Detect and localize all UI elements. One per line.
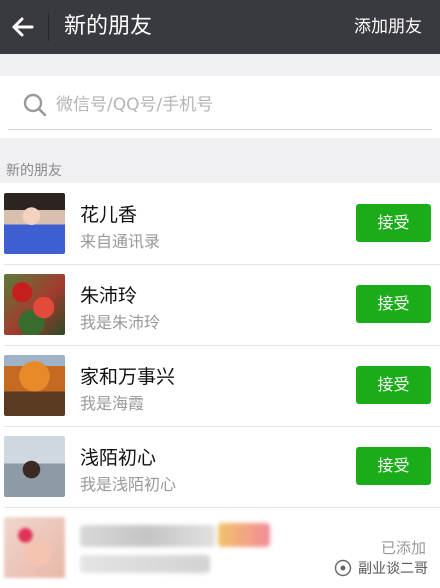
back-arrow-icon: [12, 17, 34, 37]
header-divider: [48, 13, 49, 41]
blurred-emoji: [218, 523, 270, 547]
avatar[interactable]: [4, 274, 65, 335]
search-input[interactable]: [56, 90, 416, 120]
list-item[interactable]: 浅陌初心 我是浅陌初心 接受: [0, 426, 440, 507]
top-bar: 新的朋友 添加朋友: [0, 0, 440, 54]
add-friend-button[interactable]: 添加朋友: [354, 14, 422, 40]
added-status: 已添加: [380, 539, 426, 557]
contact-name: 家和万事兴: [80, 366, 176, 388]
list-item[interactable]: 家和万事兴 我是海霞 接受: [0, 345, 440, 426]
contact-name: 浅陌初心: [80, 447, 157, 469]
avatar[interactable]: [4, 436, 65, 497]
page-title: 新的朋友: [64, 14, 153, 39]
back-button[interactable]: [6, 9, 42, 45]
accept-button[interactable]: 接受: [356, 366, 431, 404]
contact-message: 来自通讯录: [80, 232, 161, 251]
blurred-name: [80, 525, 215, 547]
contact-message: 我是朱沛玲: [80, 313, 161, 332]
avatar[interactable]: [4, 193, 65, 254]
contact-message: 我是浅陌初心: [80, 475, 177, 494]
accept-button[interactable]: 接受: [356, 285, 431, 323]
watermark: 副业谈二哥: [334, 558, 428, 578]
avatar-blurred[interactable]: [4, 517, 65, 578]
friend-request-list: 花儿香 来自通讯录 接受 朱沛玲 我是朱沛玲 接受 家和万事兴 我是海霞 接受 …: [0, 183, 440, 588]
contact-name: 朱沛玲: [80, 285, 138, 307]
contact-message: 我是海霞: [80, 394, 145, 413]
accept-button[interactable]: 接受: [356, 204, 431, 242]
search-icon: [23, 93, 47, 117]
section-label: 新的朋友: [6, 163, 62, 179]
blurred-message: [80, 555, 210, 573]
watermark-text: 副业谈二哥: [358, 561, 428, 577]
wechat-channel-icon: [334, 559, 352, 577]
list-item[interactable]: 朱沛玲 我是朱沛玲 接受: [0, 264, 440, 345]
list-item[interactable]: 花儿香 来自通讯录 接受: [0, 183, 440, 264]
avatar[interactable]: [4, 355, 65, 416]
search-section: [0, 76, 440, 138]
contact-name: 花儿香: [80, 204, 138, 226]
accept-button[interactable]: 接受: [356, 447, 431, 485]
search-bar[interactable]: [8, 80, 432, 130]
